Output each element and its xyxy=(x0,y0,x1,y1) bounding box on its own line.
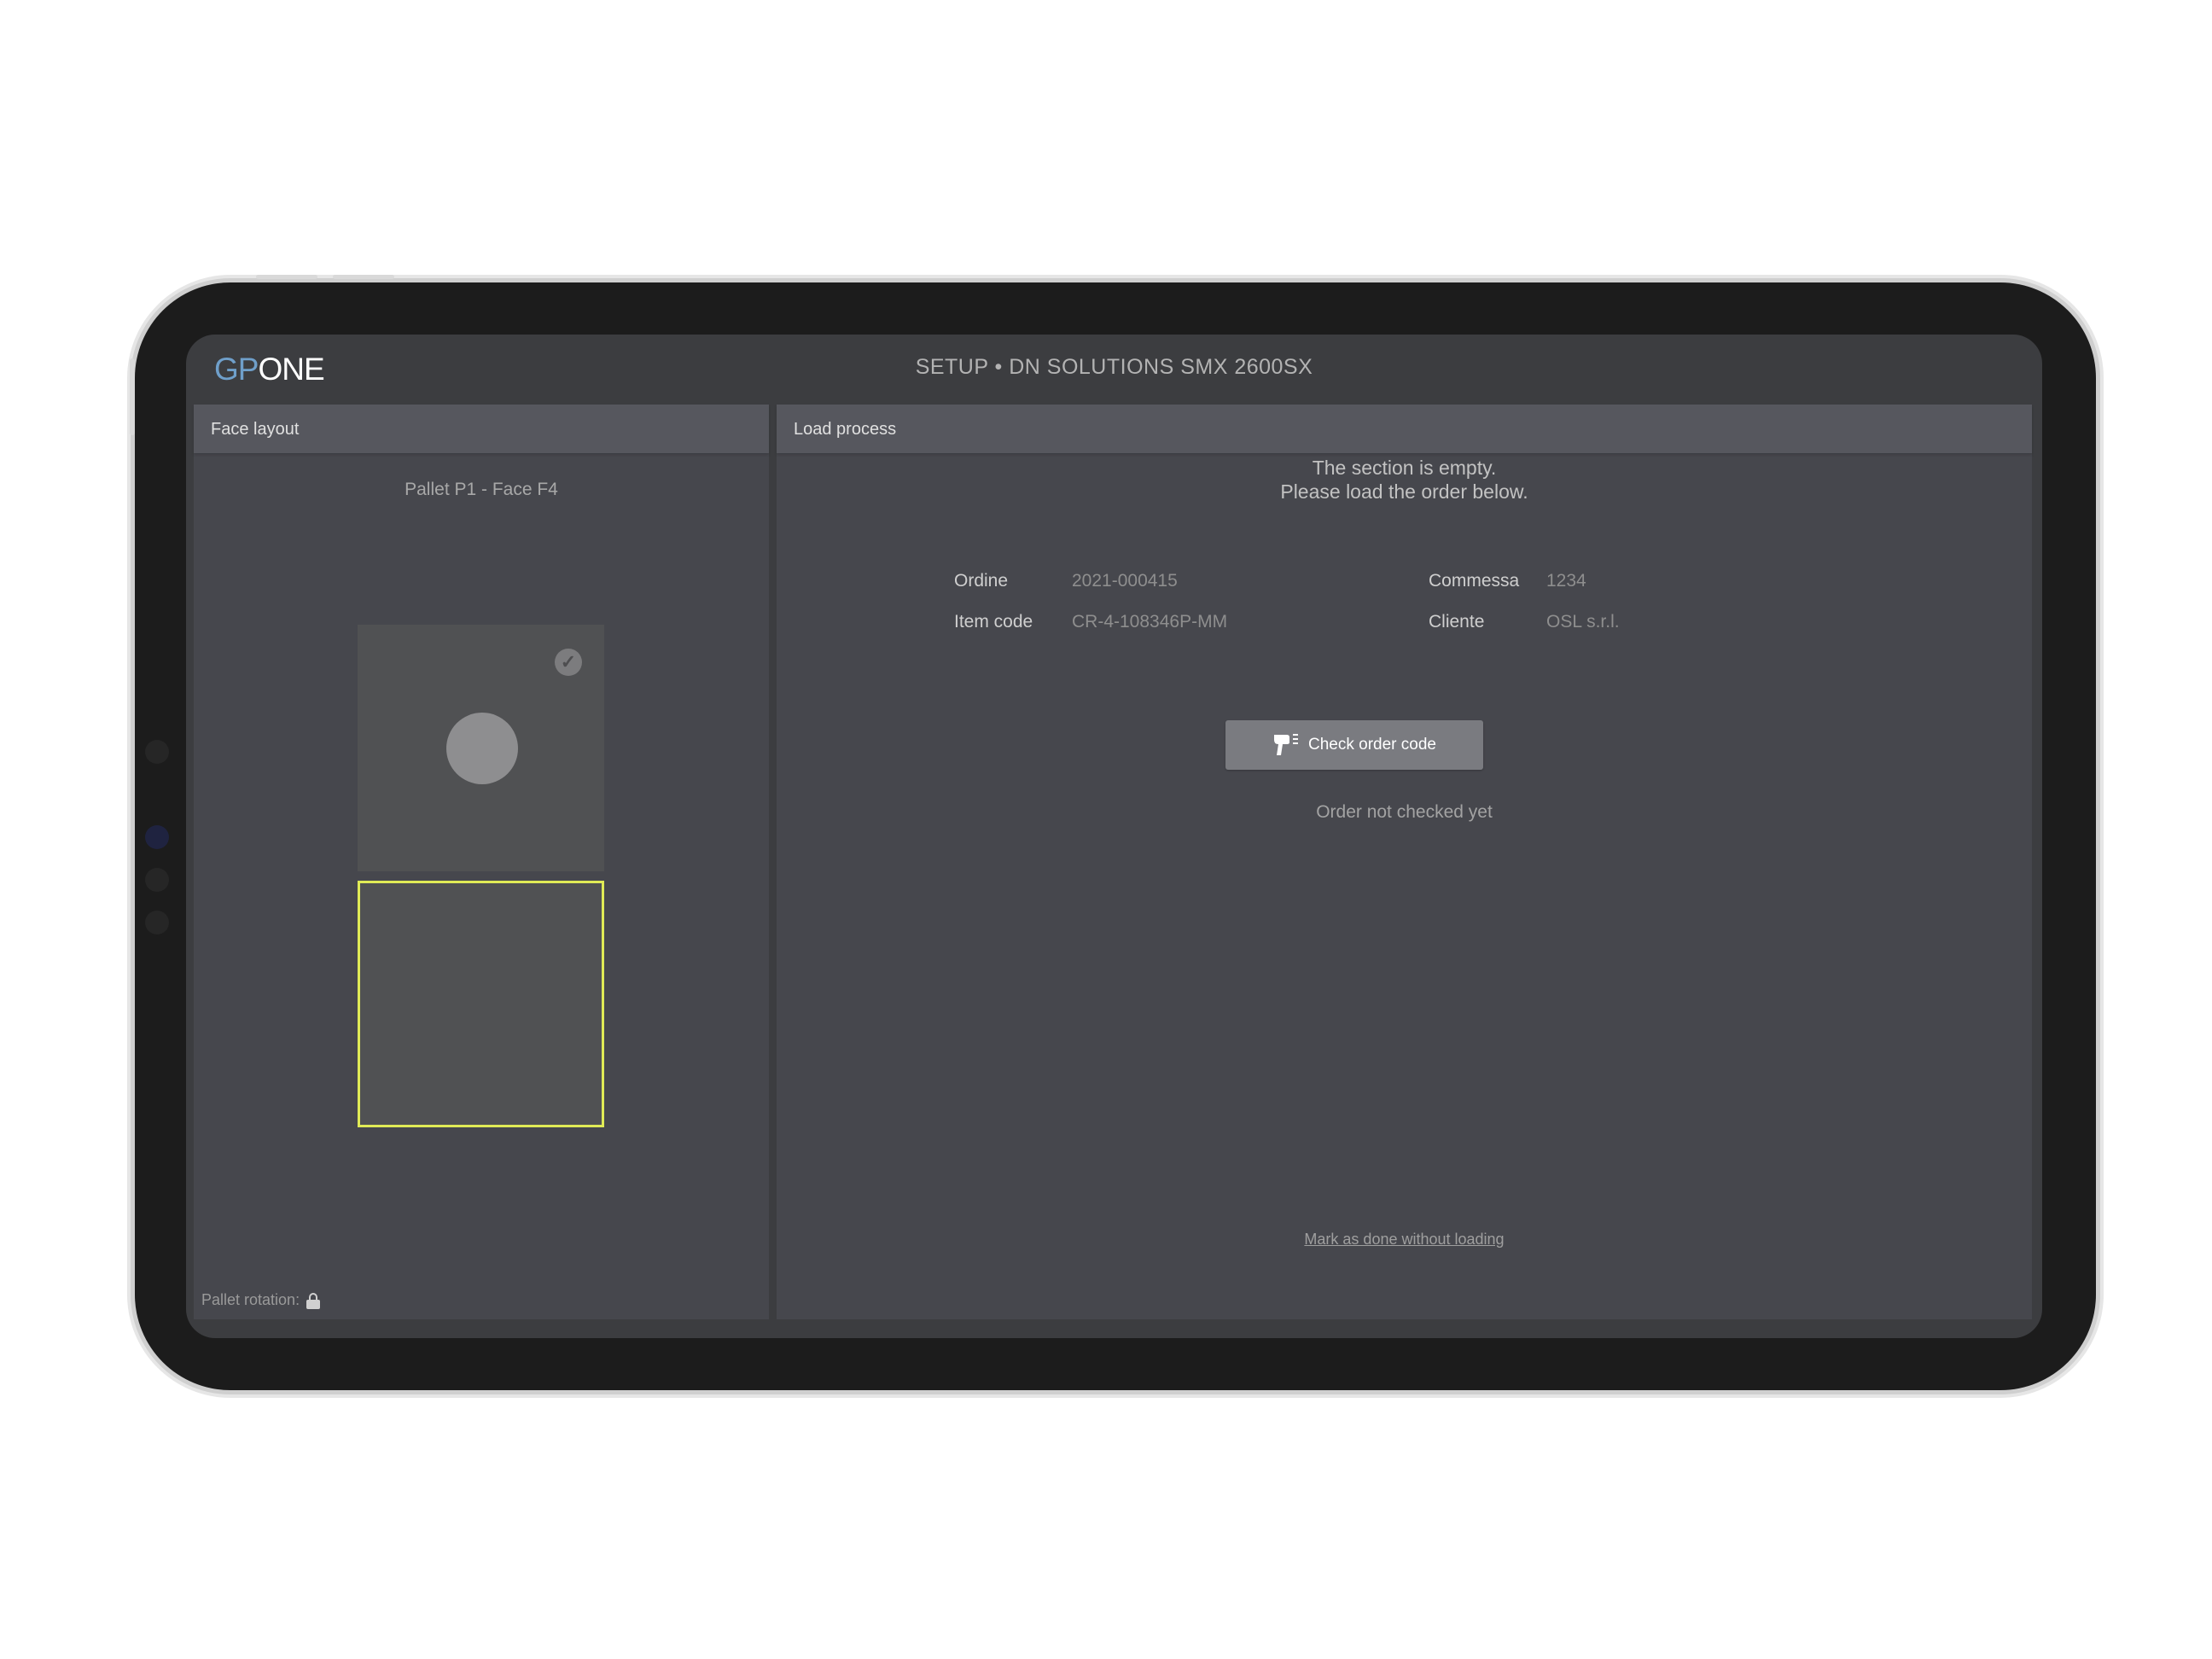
ordine-value: 2021-000415 xyxy=(1072,571,1178,591)
cliente-label: Cliente xyxy=(1429,612,1485,632)
tablet-camera xyxy=(145,825,169,849)
cliente-value: OSL s.r.l. xyxy=(1546,612,1620,632)
item-code-value: CR-4-108346P-MM xyxy=(1072,612,1228,632)
commessa-label: Commessa xyxy=(1429,571,1520,591)
load-process-panel: Load process The section is empty. Pleas… xyxy=(777,405,2032,1319)
empty-section-message: The section is empty. Please load the or… xyxy=(777,456,2032,504)
tablet-sensor xyxy=(145,868,169,892)
mark-as-done-link[interactable]: Mark as done without loading xyxy=(777,1231,2032,1249)
pallet-rotation: Pallet rotation: xyxy=(201,1291,321,1309)
tablet-side-button xyxy=(130,358,135,435)
ordine-label: Ordine xyxy=(954,571,1009,591)
tablet-top-button-1 xyxy=(256,275,317,279)
tablet-top-button-2 xyxy=(333,275,394,279)
check-order-code-button[interactable]: Check order code xyxy=(1225,720,1483,770)
commessa-value: 1234 xyxy=(1546,571,1586,591)
page-title: SETUP • DN SOLUTIONS SMX 2600SX xyxy=(915,355,1313,379)
empty-message-line-2: Please load the order below. xyxy=(1280,480,1528,503)
order-check-status: Order not checked yet xyxy=(1316,802,1493,822)
tablet-sensor xyxy=(145,911,169,934)
face-layout-header: Face layout xyxy=(194,405,769,453)
face-slot-completed[interactable]: ✓ xyxy=(358,625,604,871)
load-process-header: Load process xyxy=(777,405,2032,453)
pallet-face-label: Pallet P1 - Face F4 xyxy=(405,480,558,499)
check-icon: ✓ xyxy=(555,649,582,676)
empty-message-line-1: The section is empty. xyxy=(1312,457,1497,479)
top-bar: GPONE SETUP • DN SOLUTIONS SMX 2600SX xyxy=(186,335,2042,403)
item-code-label: Item code xyxy=(954,612,1033,632)
lock-icon xyxy=(306,1292,321,1309)
face-slot-selected[interactable] xyxy=(358,881,604,1127)
tablet-sensor xyxy=(145,740,169,764)
pallet-rotation-label: Pallet rotation: xyxy=(201,1291,300,1308)
part-circle xyxy=(446,713,518,784)
app-screen: GPONE SETUP • DN SOLUTIONS SMX 2600SX Fa… xyxy=(186,335,2042,1338)
check-order-code-label: Check order code xyxy=(1308,736,1436,754)
barcode-scanner-icon xyxy=(1274,734,1299,755)
face-layout-panel: Face layout Pallet P1 - Face F4 ✓ Pallet… xyxy=(194,405,769,1319)
